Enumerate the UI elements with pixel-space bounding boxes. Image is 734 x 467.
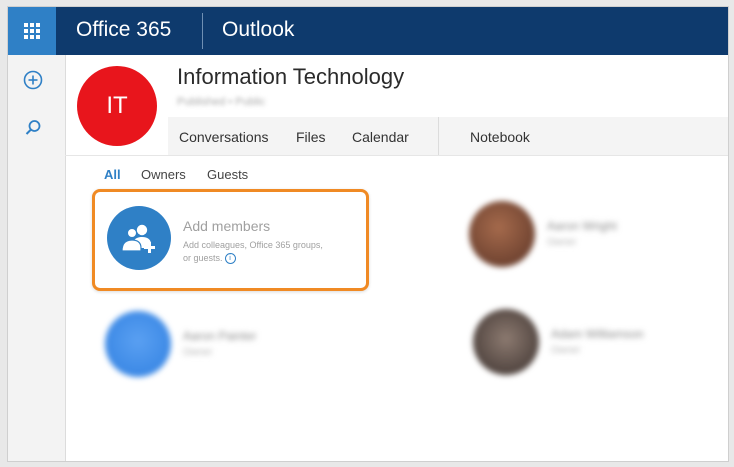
- member-role: Owner: [183, 347, 213, 358]
- member-role: Owner: [551, 345, 581, 356]
- app-window: Office 365 Outlook IT Information Techno…: [7, 6, 729, 462]
- group-subtitle: Published • Public: [177, 96, 266, 108]
- app-launcher-button[interactable]: [8, 7, 56, 55]
- add-members-avatar: [107, 206, 171, 270]
- member-card[interactable]: Adam Williamson Owner: [473, 309, 703, 381]
- tab-conversations[interactable]: Conversations: [179, 129, 269, 145]
- add-members-desc-line1: Add colleagues, Office 365 groups,: [183, 240, 323, 250]
- top-bar-divider: [202, 13, 203, 49]
- info-icon[interactable]: i: [224, 253, 236, 265]
- search-icon: [25, 120, 41, 135]
- filter-guests[interactable]: Guests: [207, 167, 248, 182]
- app-name[interactable]: Outlook: [222, 18, 294, 42]
- filter-all[interactable]: All: [104, 167, 121, 182]
- filter-owners[interactable]: Owners: [141, 167, 186, 182]
- add-members-card[interactable]: Add members Add colleagues, Office 365 g…: [92, 189, 369, 291]
- tab-notebook[interactable]: Notebook: [470, 129, 530, 145]
- group-avatar: IT: [77, 66, 157, 146]
- app-launcher-icon: [24, 23, 40, 39]
- brand-name[interactable]: Office 365: [76, 18, 171, 42]
- member-name: Adam Williamson: [551, 327, 644, 341]
- new-item-button[interactable]: [22, 69, 44, 91]
- member-avatar: [105, 311, 171, 377]
- add-circle-icon: [23, 70, 43, 90]
- add-members-desc-line2: or guests. i: [183, 252, 348, 265]
- group-name: Information Technology: [177, 64, 405, 89]
- member-avatar: [469, 201, 535, 267]
- nav-divider: [438, 117, 439, 155]
- add-members-title: Add members: [183, 218, 271, 234]
- member-avatar: [473, 309, 539, 375]
- member-name: Aaron Wright: [547, 219, 617, 233]
- tab-files[interactable]: Files: [296, 129, 326, 145]
- left-rail: [8, 55, 66, 461]
- content-divider: [65, 155, 728, 156]
- search-button[interactable]: [22, 117, 44, 139]
- member-role: Owner: [547, 237, 577, 248]
- add-members-desc-text: or guests.: [183, 253, 223, 263]
- group-nav: Conversations Files Calendar Notebook: [168, 117, 728, 156]
- top-bar: Office 365 Outlook: [8, 7, 728, 55]
- member-card[interactable]: Aaron Painter Owner: [105, 311, 335, 383]
- add-people-icon: [121, 224, 155, 253]
- member-card[interactable]: Aaron Wright Owner: [469, 201, 699, 273]
- tab-calendar[interactable]: Calendar: [352, 129, 409, 145]
- add-members-description: Add colleagues, Office 365 groups, or gu…: [183, 239, 348, 265]
- member-name: Aaron Painter: [183, 329, 257, 343]
